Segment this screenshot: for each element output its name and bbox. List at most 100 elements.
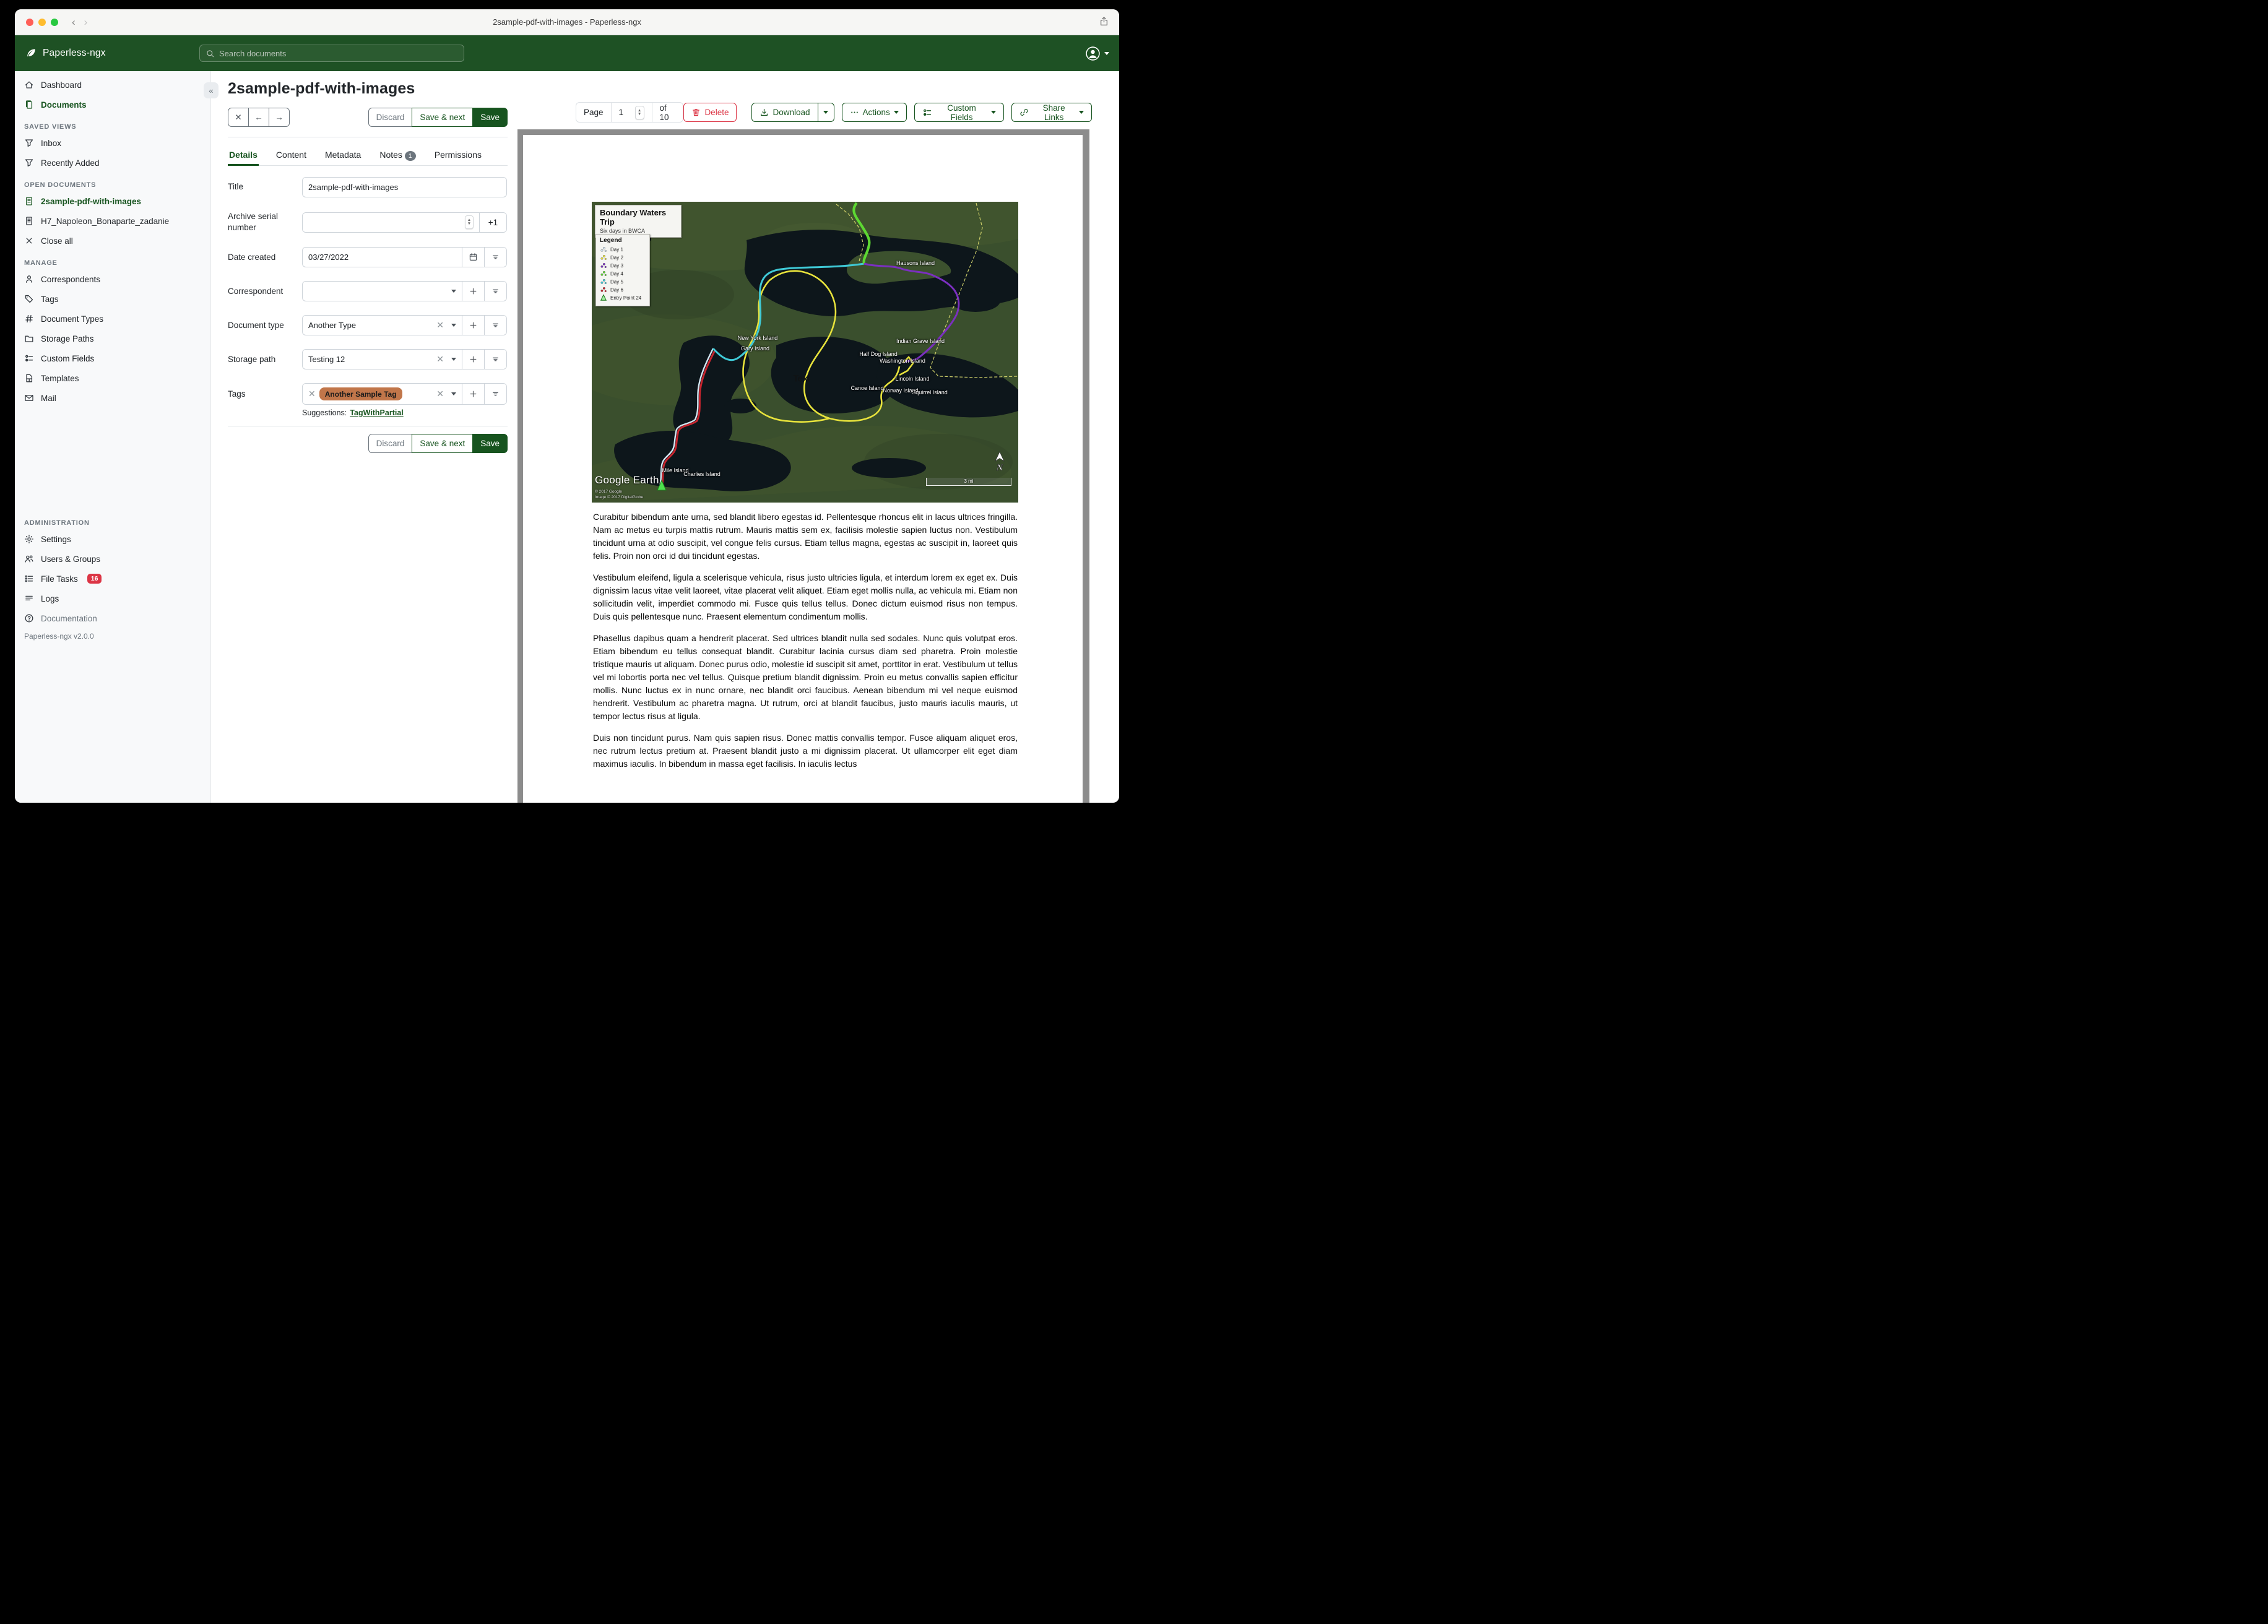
sidebar-item-document-types[interactable]: Document Types: [15, 309, 210, 329]
document-tabs: Details Content Metadata Notes 1 Permissions: [228, 145, 508, 166]
save-next-button-bottom[interactable]: Save & next: [412, 434, 474, 454]
asn-plus-one-button[interactable]: +1: [479, 212, 506, 232]
tag-chip[interactable]: Another Sample Tag: [319, 387, 402, 401]
sidebar-item-recently-added[interactable]: Recently Added: [15, 153, 210, 173]
map-credits: © 2017 Google Image © 2017 DigitalGlobe: [595, 490, 643, 500]
add-document-type-button[interactable]: [462, 316, 484, 335]
sidebar-item-close-all[interactable]: Close all: [15, 231, 210, 251]
sidebar-item-inbox[interactable]: Inbox: [15, 133, 210, 153]
sidebar-item-storage-paths[interactable]: Storage Paths: [15, 329, 210, 348]
sidebar-item-label: Templates: [41, 373, 79, 383]
tags-filter-icon[interactable]: [484, 384, 506, 405]
suggestion-link[interactable]: TagWithPartial: [350, 408, 403, 417]
sidebar-item-mail[interactable]: Mail: [15, 388, 210, 408]
map-title: Boundary Waters Trip: [600, 208, 667, 227]
tab-label: Details: [229, 150, 258, 160]
clear-icon[interactable]: ✕: [436, 389, 444, 399]
add-storage-path-button[interactable]: [462, 350, 484, 369]
save-button[interactable]: Save: [472, 108, 508, 127]
browser-back-button[interactable]: ‹: [72, 16, 76, 28]
date-created-input[interactable]: [308, 253, 456, 262]
close-document-button[interactable]: ✕: [228, 108, 249, 127]
asn-stepper[interactable]: ▲ ▼: [464, 215, 474, 230]
tab-content[interactable]: Content: [275, 145, 308, 165]
add-tag-button[interactable]: [462, 384, 484, 405]
pdf-viewer[interactable]: Boundary Waters Trip Six days in BWCA Le…: [517, 129, 1089, 803]
title-input[interactable]: [308, 183, 501, 192]
search-box[interactable]: [199, 45, 464, 62]
tag-icon: [24, 294, 34, 304]
map-label: Text: [793, 373, 810, 384]
sidebar-item-dashboard[interactable]: Dashboard: [15, 75, 210, 95]
browser-forward-button[interactable]: ›: [84, 16, 88, 28]
document-type-select[interactable]: Another Type ✕: [303, 316, 462, 335]
clear-icon[interactable]: ✕: [436, 354, 444, 365]
sidebar-item-templates[interactable]: Templates: [15, 368, 210, 388]
custom-fields-button[interactable]: Custom Fields: [914, 103, 1005, 122]
sidebar-collapse-button[interactable]: «: [204, 82, 219, 98]
correspondent-filter-icon[interactable]: [484, 282, 506, 301]
page-stepper[interactable]: ▲ ▼: [634, 105, 644, 119]
tab-details[interactable]: Details: [228, 145, 259, 166]
sidebar-item-2sample-pdf-with-images[interactable]: 2sample-pdf-with-images: [15, 191, 210, 211]
date-created-label: Date created: [228, 252, 276, 262]
search-input[interactable]: [219, 48, 458, 58]
sidebar-item-documents[interactable]: Documents: [15, 95, 210, 114]
document-title: 2sample-pdf-with-images: [228, 80, 415, 97]
save-button-bottom[interactable]: Save: [472, 434, 508, 454]
sidebar-item-settings[interactable]: Settings: [15, 529, 210, 549]
delete-button[interactable]: Delete: [683, 103, 737, 122]
sidebar-item-documentation[interactable]: Documentation: [15, 608, 210, 628]
next-document-button[interactable]: →: [269, 108, 290, 127]
previous-document-button[interactable]: ←: [248, 108, 269, 127]
user-menu[interactable]: [1085, 35, 1109, 71]
sidebar-item-h7-napoleon-bonaparte-zadanie[interactable]: H7_Napoleon_Bonaparte_zadanie: [15, 211, 210, 231]
sidebar-item-tags[interactable]: Tags: [15, 289, 210, 309]
track-icon: [600, 270, 607, 279]
share-icon[interactable]: [1099, 16, 1109, 27]
tab-permissions[interactable]: Permissions: [433, 145, 483, 165]
clear-icon[interactable]: ✕: [436, 320, 444, 330]
share-links-button[interactable]: Share Links: [1011, 103, 1092, 122]
track-icon: [600, 254, 607, 262]
storage-path-select[interactable]: Testing 12 ✕: [303, 350, 462, 369]
actions-button[interactable]: Actions: [841, 103, 907, 122]
sidebar-item-users-groups[interactable]: Users & Groups: [15, 549, 210, 569]
calendar-icon[interactable]: [462, 248, 484, 267]
page-label: Page: [584, 108, 604, 117]
app-brand[interactable]: Paperless-ngx: [25, 35, 106, 71]
sidebar-item-file-tasks[interactable]: File Tasks 16: [15, 569, 210, 589]
minimize-window-button[interactable]: [38, 18, 46, 26]
close-window-button[interactable]: [26, 18, 33, 26]
download-button[interactable]: Download: [751, 103, 818, 122]
sidebar-item-label: Correspondents: [41, 274, 101, 284]
download-options-button[interactable]: [818, 103, 834, 122]
filter-icon: [24, 138, 34, 148]
tab-notes[interactable]: Notes 1: [378, 145, 417, 165]
sidebar-item-correspondents[interactable]: Correspondents: [15, 269, 210, 289]
add-correspondent-button[interactable]: [462, 282, 484, 301]
sidebar-item-logs[interactable]: Logs: [15, 589, 210, 608]
page-number-input[interactable]: [618, 108, 630, 117]
date-filter-icon[interactable]: [484, 248, 506, 267]
sidebar-item-custom-fields[interactable]: Custom Fields: [15, 348, 210, 368]
tags-select[interactable]: ✕ Another Sample Tag ✕: [303, 384, 462, 404]
tab-metadata[interactable]: Metadata: [324, 145, 362, 165]
zoom-window-button[interactable]: [51, 18, 58, 26]
document-type-filter-icon[interactable]: [484, 316, 506, 335]
sidebar-item-label: Document Types: [41, 314, 104, 324]
storage-path-filter-icon[interactable]: [484, 350, 506, 369]
map-label: Hausons Island: [896, 260, 935, 266]
sidebar-item-label: Custom Fields: [41, 353, 95, 363]
legend-label: Day 5: [610, 279, 623, 285]
sidebar-item-label: Users & Groups: [41, 554, 101, 564]
discard-button-bottom[interactable]: Discard: [368, 434, 413, 454]
map-scale-bar: 3 mi: [926, 478, 1011, 486]
discard-button[interactable]: Discard: [368, 108, 413, 127]
correspondent-select[interactable]: [303, 282, 462, 301]
asn-input[interactable]: [308, 217, 461, 227]
map-label: Canoe Island: [850, 385, 884, 391]
save-next-button[interactable]: Save & next: [412, 108, 474, 127]
macos-titlebar: ‹ › 2sample-pdf-with-images - Paperless-…: [15, 9, 1119, 35]
remove-tag-icon[interactable]: ✕: [308, 389, 316, 399]
